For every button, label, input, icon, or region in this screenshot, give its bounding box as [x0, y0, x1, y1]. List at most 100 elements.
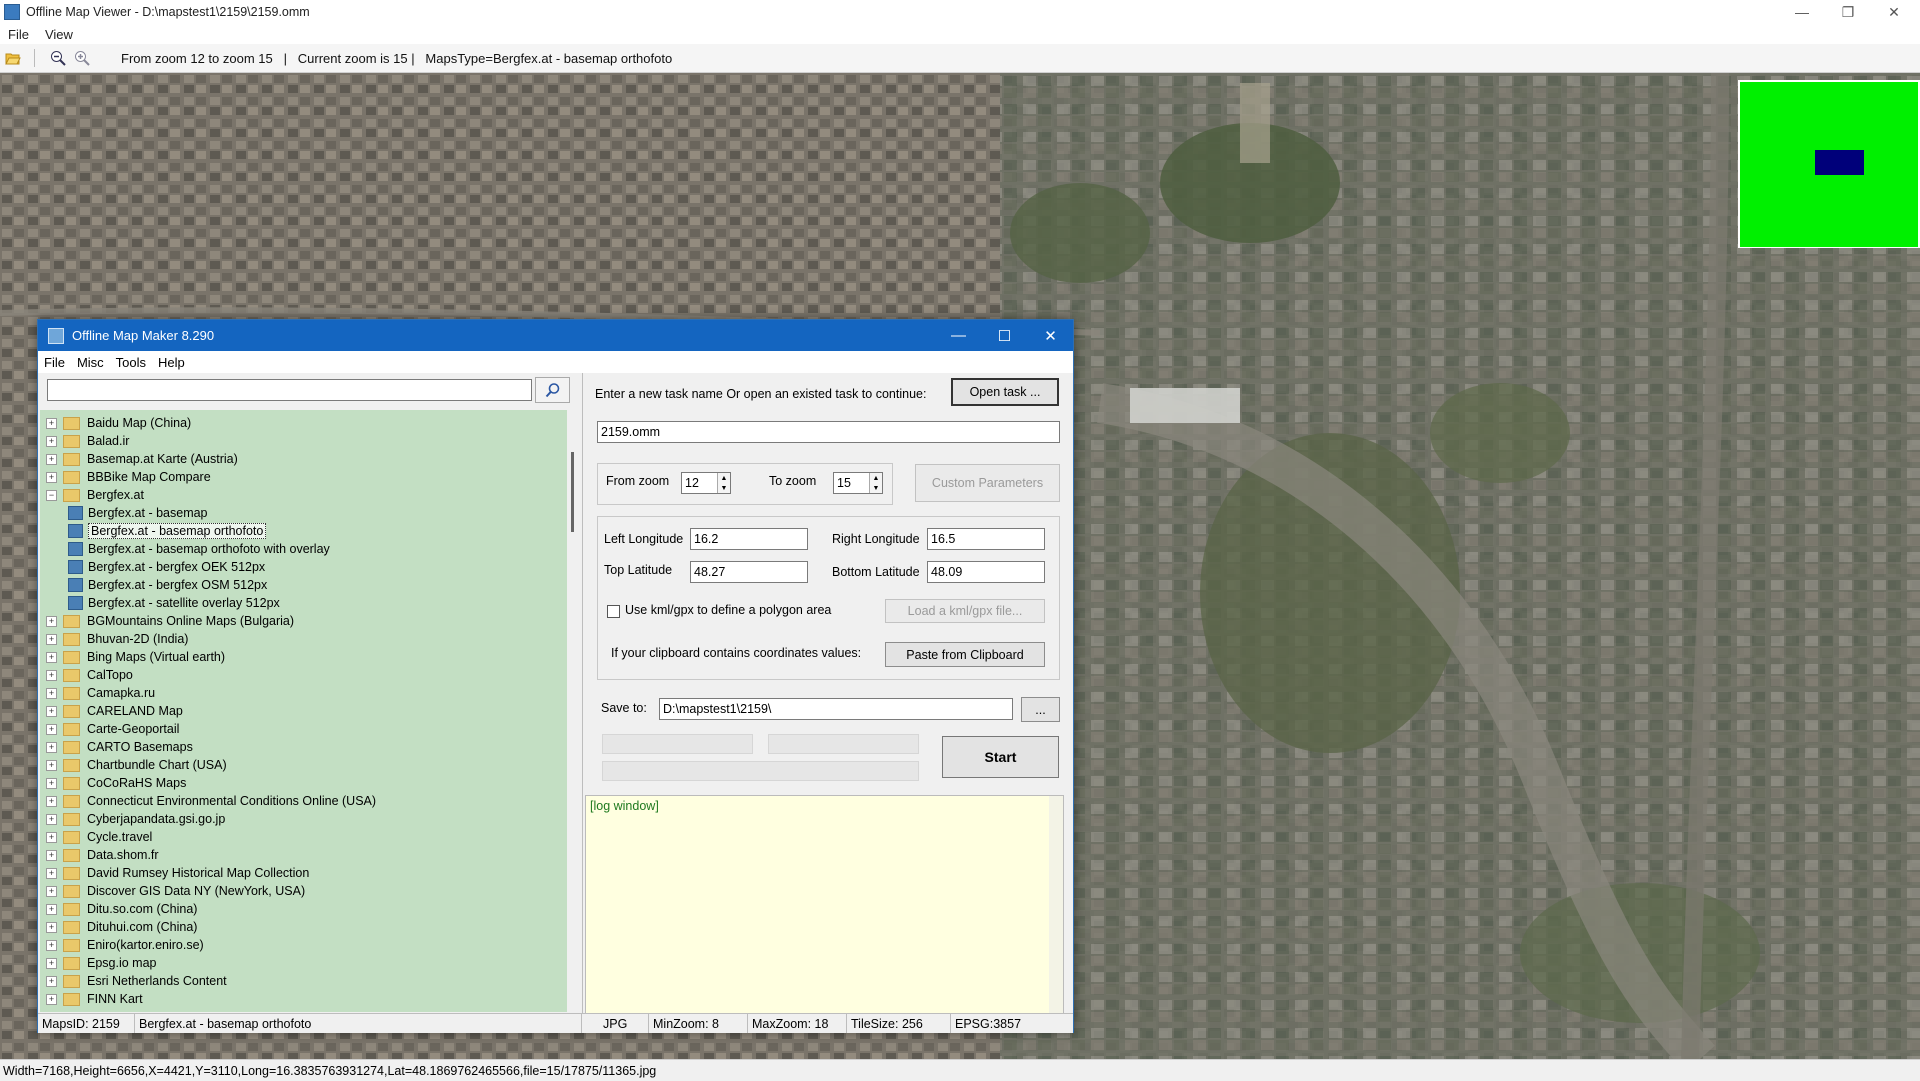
expand-icon[interactable]: + — [46, 777, 57, 789]
tree-map-item[interactable]: Bergfex.at - basemap — [40, 504, 208, 522]
tree-folder-item[interactable]: + Basemap.at Karte (Austria) — [40, 450, 238, 468]
expand-icon[interactable]: + — [46, 885, 57, 897]
dialog-menu-help[interactable]: Help — [152, 355, 191, 370]
bottom-latitude-input[interactable]: 48.09 — [927, 561, 1045, 583]
expand-icon[interactable]: + — [46, 975, 57, 987]
expand-icon[interactable]: + — [46, 849, 57, 861]
tree-folder-item[interactable]: + CARELAND Map — [40, 702, 183, 720]
tree-folder-item[interactable]: + Chartbundle Chart (USA) — [40, 756, 227, 774]
expand-icon[interactable]: + — [46, 453, 57, 465]
map-search-input[interactable] — [47, 379, 532, 401]
zoom-in-icon[interactable] — [71, 47, 93, 69]
browse-folder-button[interactable]: ... — [1021, 697, 1060, 722]
tree-folder-item[interactable]: + Ditu.so.com (China) — [40, 900, 197, 918]
overview-minimap[interactable] — [1738, 80, 1920, 248]
close-icon[interactable]: ✕ — [1872, 0, 1916, 24]
load-kml-button[interactable]: Load a kml/gpx file... — [885, 599, 1045, 623]
tree-folder-item[interactable]: + FINN Kart — [40, 990, 143, 1008]
tree-folder-item[interactable]: + David Rumsey Historical Map Collection — [40, 864, 309, 882]
expand-icon[interactable]: + — [46, 417, 57, 429]
tree-map-item[interactable]: Bergfex.at - bergfex OSM 512px — [40, 576, 267, 594]
expand-icon[interactable]: + — [46, 867, 57, 879]
dialog-menu-file[interactable]: File — [38, 355, 71, 370]
tree-scrollbar[interactable] — [567, 410, 581, 1012]
expand-icon[interactable]: + — [46, 813, 57, 825]
expand-icon[interactable]: + — [46, 957, 57, 969]
tree-folder-item[interactable]: + CARTO Basemaps — [40, 738, 193, 756]
expand-icon[interactable]: + — [46, 651, 57, 663]
map-source-tree[interactable]: + Baidu Map (China) + Balad.ir + Basemap.at K… — [40, 410, 567, 1012]
expand-icon[interactable]: + — [46, 471, 57, 483]
expand-icon[interactable]: + — [46, 993, 57, 1005]
minimize-icon[interactable]: — — [1780, 0, 1824, 24]
zoom-out-icon[interactable] — [47, 47, 69, 69]
to-zoom-stepper[interactable]: 15 ▲ ▼ — [833, 472, 883, 494]
expand-icon[interactable]: + — [46, 741, 57, 753]
dialog-close-icon[interactable]: ✕ — [1028, 320, 1073, 351]
tree-folder-item[interactable]: + Camapka.ru — [40, 684, 155, 702]
dialog-menu-misc[interactable]: Misc — [71, 355, 110, 370]
expand-icon[interactable]: + — [46, 759, 57, 771]
tree-folder-item[interactable]: + CoCoRaHS Maps — [40, 774, 186, 792]
tree-folder-item[interactable]: + Carte-Geoportail — [40, 720, 179, 738]
dialog-maximize-icon[interactable]: ☐ — [982, 320, 1027, 351]
tree-folder-item[interactable]: + Esri Netherlands Content — [40, 972, 227, 990]
left-longitude-input[interactable]: 16.2 — [690, 528, 808, 550]
custom-parameters-button[interactable]: Custom Parameters — [915, 464, 1060, 502]
collapse-icon[interactable]: − — [46, 489, 57, 501]
tree-folder-item[interactable]: + Baidu Map (China) — [40, 414, 191, 432]
tree-folder-item[interactable]: + BBBike Map Compare — [40, 468, 211, 486]
start-button[interactable]: Start — [942, 736, 1059, 778]
viewer-menu-view[interactable]: View — [37, 27, 81, 42]
expand-icon[interactable]: + — [46, 633, 57, 645]
expand-icon[interactable]: + — [46, 921, 57, 933]
top-latitude-input[interactable]: 48.27 — [690, 561, 808, 583]
tree-scrollbar-thumb[interactable] — [571, 452, 574, 532]
open-task-button[interactable]: Open task ... — [951, 378, 1059, 406]
viewer-menu-file[interactable]: File — [0, 27, 37, 42]
paste-clipboard-button[interactable]: Paste from Clipboard — [885, 642, 1045, 667]
tree-folder-item[interactable]: + Dituhui.com (China) — [40, 918, 197, 936]
tree-folder-item[interactable]: + Cycle.travel — [40, 828, 152, 846]
tree-folder-item[interactable]: + Epsg.io map — [40, 954, 156, 972]
expand-icon[interactable]: + — [46, 705, 57, 717]
panel-splitter[interactable] — [582, 373, 583, 1013]
expand-icon[interactable]: + — [46, 723, 57, 735]
save-to-input[interactable]: D:\mapstest1\2159\ — [659, 698, 1013, 720]
overview-viewport-marker[interactable] — [1815, 150, 1864, 175]
tree-folder-item[interactable]: + Eniro(kartor.eniro.se) — [40, 936, 204, 954]
tree-folder-item[interactable]: + Cyberjapandata.gsi.go.jp — [40, 810, 225, 828]
right-longitude-input[interactable]: 16.5 — [927, 528, 1045, 550]
log-window[interactable]: [log window] — [585, 795, 1064, 1015]
kml-polygon-label[interactable]: Use kml/gpx to define a polygon area — [625, 603, 831, 617]
tree-map-item[interactable]: Bergfex.at - bergfex OEK 512px — [40, 558, 265, 576]
kml-polygon-checkbox[interactable] — [607, 605, 620, 618]
task-name-input[interactable]: 2159.omm — [597, 421, 1060, 443]
dialog-minimize-icon[interactable]: — — [936, 320, 981, 351]
expand-icon[interactable]: + — [46, 669, 57, 681]
tree-folder-item[interactable]: + Discover GIS Data NY (NewYork, USA) — [40, 882, 305, 900]
tree-folder-item[interactable]: − Bergfex.at — [40, 486, 144, 504]
expand-icon[interactable]: + — [46, 939, 57, 951]
from-zoom-spin-icon[interactable]: ▲ ▼ — [717, 473, 730, 493]
tree-folder-item[interactable]: + Data.shom.fr — [40, 846, 159, 864]
expand-icon[interactable]: + — [46, 903, 57, 915]
expand-icon[interactable]: + — [46, 795, 57, 807]
search-button[interactable] — [535, 377, 570, 403]
tree-folder-item[interactable]: + Bing Maps (Virtual earth) — [40, 648, 225, 666]
expand-icon[interactable]: + — [46, 615, 57, 627]
tree-folder-item[interactable]: + CalTopo — [40, 666, 133, 684]
from-zoom-stepper[interactable]: 12 ▲ ▼ — [681, 472, 731, 494]
open-folder-icon[interactable] — [2, 47, 24, 69]
tree-folder-item[interactable]: + Bhuvan-2D (India) — [40, 630, 188, 648]
to-zoom-spin-icon[interactable]: ▲ ▼ — [869, 473, 882, 493]
tree-map-item[interactable]: Bergfex.at - basemap orthofoto with over… — [40, 540, 330, 558]
tree-folder-item[interactable]: + Connecticut Environmental Conditions On… — [40, 792, 376, 810]
tree-folder-item[interactable]: + Balad.ir — [40, 432, 129, 450]
expand-icon[interactable]: + — [46, 435, 57, 447]
expand-icon[interactable]: + — [46, 831, 57, 843]
tree-folder-item[interactable]: + BGMountains Online Maps (Bulgaria) — [40, 612, 294, 630]
dialog-menu-tools[interactable]: Tools — [110, 355, 152, 370]
log-scrollbar[interactable] — [1049, 796, 1063, 1014]
tree-map-item[interactable]: Bergfex.at - basemap orthofoto — [40, 522, 267, 540]
